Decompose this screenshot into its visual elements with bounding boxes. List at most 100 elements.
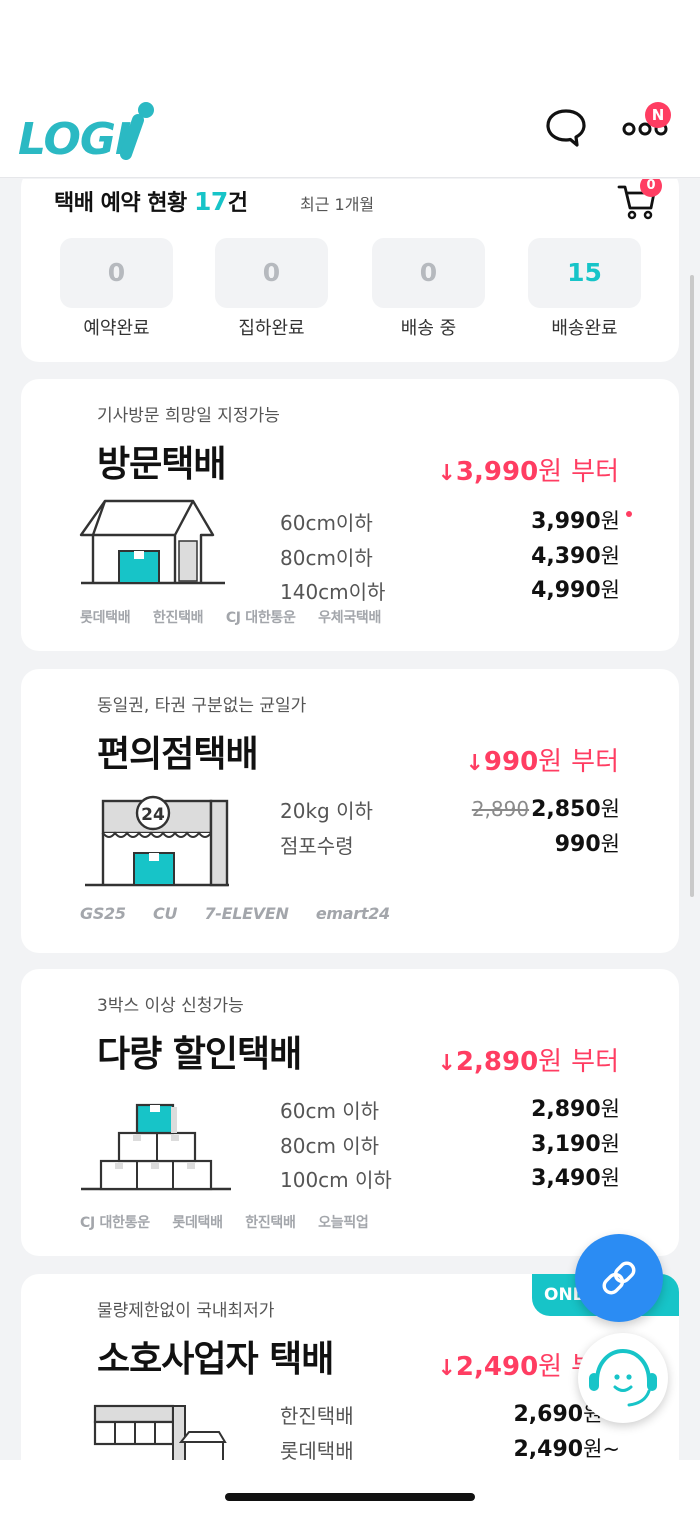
reservation-period: 최근 1개월 [300,195,375,214]
stat-reserved-label: 예약완료 [83,318,150,339]
stat-delivered-label: 배송완료 [551,318,618,339]
logi-logo[interactable]: LOGI [18,98,158,160]
price-row-won: 원 [600,1166,620,1190]
price-table: 60cm 이하 2,890원 80cm 이하 3,190원 100cm 이하 3… [280,1093,620,1197]
price-row-won: 원 [600,797,620,821]
carrier-hanjin: 한진택배 [152,610,204,626]
price-row-value: 2,8902,850원 [472,793,620,823]
price-row-number: 2,850 [531,797,601,822]
price-suffix: 부터 [571,457,619,487]
price-row-label: 140cm이하 [280,580,386,604]
price-row: 140cm이하 4,990원 [280,574,620,609]
service-subtitle: 기사방문 희망일 지정가능 [97,406,280,426]
service-card-bulk-discount[interactable]: 3박스 이상 신청가능 다량 할인택배 ↓2,890원 부터 60cm 이하 2… [21,969,679,1256]
price-won: 원 [538,1352,563,1382]
price-row-won: 원~ [583,1436,620,1461]
shop-illustration-icon [93,1404,227,1460]
price-row: 20kg 이하 2,8902,850원 [280,793,620,828]
price-won: 원 [538,457,563,487]
price-row-label: 80cm 이하 [280,1133,380,1158]
price-value: 3,990 [455,457,539,487]
stat-in-transit[interactable]: 0 배송 중 [372,238,485,340]
store-illustration-icon: 24 [85,795,229,887]
home-indicator[interactable] [225,1493,475,1501]
price-row-number: 2,690 [513,1402,584,1427]
price-row-number: 3,490 [531,1166,601,1191]
price-table: 20kg 이하 2,8902,850원 점포수령 990원 [280,793,620,862]
down-arrow-icon: ↓ [437,461,456,486]
boxes-illustration-icon [81,1103,231,1191]
app-header: LOGI [0,90,700,178]
price-row-value: 4,390원 [531,540,620,570]
price-row-value: 3,190원 [531,1128,620,1158]
stat-delivered[interactable]: 15 배송완료 [528,238,641,340]
chatbot-face-icon [589,1348,657,1407]
chatbot-button[interactable] [578,1333,668,1423]
price-row-label: 60cm이하 [280,511,373,535]
price-row: 60cm이하 3,990원 [280,505,632,540]
service-card-convenience-store[interactable]: 동일권, 타권 구분없는 균일가 편의점택배 ↓990원 부터 24 20kg … [21,669,679,953]
down-arrow-icon: ↓ [465,751,484,776]
price-value: 2,890 [455,1047,539,1077]
price-row: 롯데택배 2,490원~ [280,1433,620,1461]
down-arrow-icon: ↓ [437,1051,456,1076]
reservation-count: 17 [193,187,228,216]
price-row-won: 원 [600,1131,620,1156]
carrier-cj: CJ 대한통운 [225,610,296,626]
carrier-logos: 롯데택배 한진택배 CJ 대한통운 우체국택배 [80,607,399,627]
price-row-value: 2,890원 [531,1093,620,1123]
carrier-lotte: 롯데택배 [172,1215,223,1231]
stat-in-transit-label: 배송 중 [400,318,457,339]
price-won: 원 [538,747,563,777]
notification-badge: N [645,102,671,128]
price-row-label: 한진택배 [280,1404,354,1428]
carrier-cj: CJ 대한통운 [80,1215,150,1231]
stat-delivered-value: 15 [528,238,641,308]
price-won: 원 [538,1047,563,1077]
store-logos: GS25 CU 7-ELEVEN emart24 [80,904,412,923]
price-row: 80cm이하 4,390원 [280,540,620,575]
price-value: 2,490 [455,1352,539,1382]
service-card-visit[interactable]: 기사방문 희망일 지정가능 방문택배 ↓3,990원 부터 60cm이하 3,9… [21,379,679,651]
service-starting-price: ↓2,890원 부터 [437,1041,619,1078]
stat-reserved[interactable]: 0 예약완료 [60,238,173,340]
stat-picked-up-label: 집하완료 [238,318,305,339]
store-cu: CU [153,904,178,923]
price-row: 60cm 이하 2,890원 [280,1093,620,1128]
price-row-label: 20kg 이하 [280,799,373,823]
price-row-number: 2,890 [531,1097,601,1122]
price-row: 점포수령 990원 [280,828,620,863]
down-arrow-icon: ↓ [437,1356,456,1381]
service-subtitle: 3박스 이상 신청가능 [97,996,244,1016]
stat-in-transit-value: 0 [372,238,485,308]
reservation-status-card: 택배 예약 현황 17건 최근 1개월 0 0 예약완료 0 집하완료 0 배송… [21,179,679,362]
new-dot [626,511,632,517]
price-suffix: 부터 [571,747,619,777]
carrier-epost: 우체국택배 [318,610,382,626]
reservation-title-text: 택배 예약 현황 [54,191,187,216]
store-emart24: emart24 [315,904,390,923]
price-row-value: 2,490원~ [513,1433,620,1461]
price-row-won: 원 [600,831,620,856]
price-row-number: 2,490 [513,1436,584,1461]
service-title: 편의점택배 [97,734,259,775]
price-row-value: 4,990원 [531,574,620,604]
original-price: 2,890 [471,797,530,821]
service-title: 다량 할인택배 [97,1034,302,1075]
service-starting-price: ↓990원 부터 [465,741,619,778]
stat-reserved-value: 0 [60,238,173,308]
link-icon [602,1261,636,1295]
stat-picked-up[interactable]: 0 집하완료 [215,238,328,340]
scrollbar[interactable] [690,275,694,897]
price-row-won: 원 [600,543,620,568]
price-row-label: 80cm이하 [280,545,373,570]
price-row-won: 원 [600,509,620,533]
price-row-label: 롯데택배 [280,1438,354,1461]
house-illustration-icon [79,499,225,585]
price-row: 한진택배 2,690원~ [280,1398,620,1433]
share-link-button[interactable] [575,1234,663,1322]
chat-bubble-icon[interactable] [544,106,588,150]
carrier-lotte: 롯데택배 [80,610,131,626]
price-row: 80cm 이하 3,190원 [280,1128,620,1163]
service-starting-price: ↓3,990원 부터 [437,451,619,488]
